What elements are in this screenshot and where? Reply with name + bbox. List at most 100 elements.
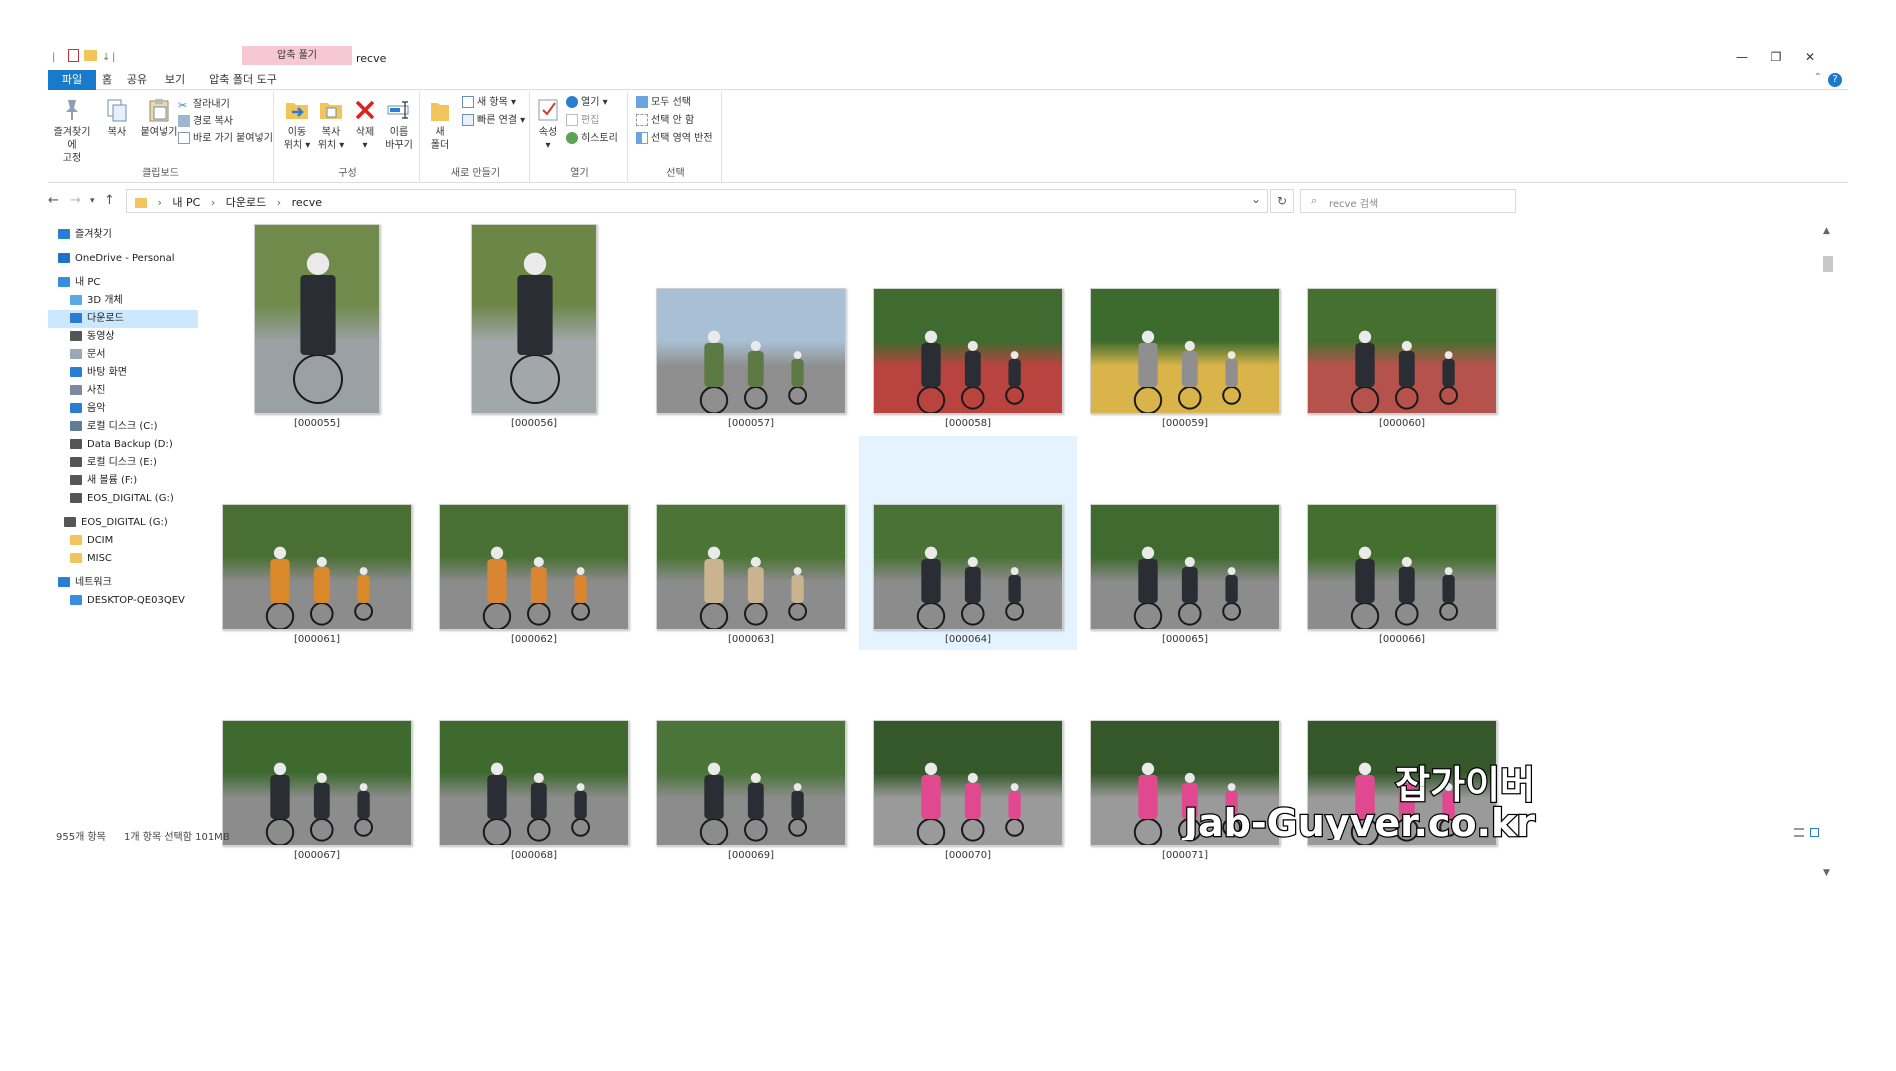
copy-to-button[interactable]: 복사 위치 ▾ [312, 97, 350, 152]
file-tile[interactable]: [000062] [425, 436, 643, 650]
file-tile[interactable]: [000058] [859, 220, 1077, 434]
cube-icon [70, 295, 82, 305]
cyclist-silhouette [482, 546, 591, 629]
chevron-up-icon[interactable]: ⌃ [1814, 72, 1822, 83]
forward-button[interactable]: → [70, 193, 81, 208]
breadcrumb-separator: › [210, 196, 216, 209]
refresh-button[interactable]: ↻ [1270, 189, 1294, 213]
help-icon[interactable]: ? [1828, 73, 1842, 87]
scroll-up-icon[interactable]: ▲ [1823, 226, 1830, 236]
copy-button[interactable]: 복사 [98, 97, 136, 139]
cut-button[interactable]: ✂ 잘라내기 [178, 97, 230, 113]
nav-item[interactable]: 로컬 디스크 (C:) [48, 418, 198, 436]
properties-button[interactable]: 속성 ▾ [534, 97, 562, 152]
file-name: [000057] [728, 418, 774, 429]
delete-button[interactable]: 삭제 ▾ [346, 97, 384, 152]
properties-quick-icon[interactable] [68, 49, 79, 62]
nav-item[interactable]: 다운로드 [48, 310, 198, 328]
file-tile[interactable]: [000064] [859, 436, 1077, 650]
nav-item[interactable]: MISC [48, 550, 198, 568]
cyclist-silhouette [265, 546, 374, 629]
easy-access-label: 빠른 연결 ▾ [477, 115, 526, 126]
nav-item[interactable]: OneDrive - Personal [48, 250, 198, 268]
nav-item[interactable]: 사진 [48, 382, 198, 400]
pin-quick-access-button[interactable]: 즐겨찾기에 고정 [50, 97, 94, 165]
select-all-button[interactable]: 모두 선택 [636, 95, 691, 111]
history-label: 히스토리 [581, 133, 618, 144]
address-dropdown-icon[interactable]: ⌄ [1251, 192, 1261, 206]
nav-item-label: 문서 [87, 349, 106, 360]
nav-item[interactable]: DCIM [48, 532, 198, 550]
paste-button[interactable]: 붙여넣기 [136, 97, 182, 139]
minimize-button[interactable]: — [1732, 50, 1752, 64]
file-tile[interactable]: [000057] [642, 220, 860, 434]
copy-path-button[interactable]: 경로 복사 [178, 114, 233, 130]
tab-home[interactable]: 홈 [96, 70, 118, 90]
search-input[interactable]: ⌕ recve 검색 [1300, 189, 1516, 213]
invert-selection-button[interactable]: 선택 영역 반전 [636, 131, 713, 147]
scroll-thumb[interactable] [1823, 256, 1833, 272]
rename-button[interactable]: 이름 바꾸기 [380, 97, 418, 152]
breadcrumb-this-pc[interactable]: 내 PC [172, 196, 200, 209]
photo-thumbnail [471, 224, 597, 414]
breadcrumb-recve[interactable]: recve [292, 196, 322, 209]
file-name: [000071] [1162, 850, 1208, 861]
new-item-button[interactable]: 새 항목 ▾ [462, 95, 516, 111]
open-button[interactable]: 열기 ▾ [566, 95, 608, 111]
file-tile[interactable]: [000059] [1076, 220, 1294, 434]
details-view-icon[interactable] [1794, 828, 1804, 837]
history-button[interactable]: 히스토리 [566, 131, 618, 147]
nav-item[interactable]: 3D 개체 [48, 292, 198, 310]
up-button[interactable]: ↑ [104, 193, 115, 208]
pin-icon [66, 100, 78, 120]
tab-file[interactable]: 파일 [48, 70, 96, 90]
tab-compressed-folder-tools[interactable]: 압축 폴더 도구 [202, 70, 284, 90]
file-tile[interactable]: [000065] [1076, 436, 1294, 650]
scroll-down-icon[interactable]: ▼ [1823, 868, 1830, 878]
new-folder-button[interactable]: 새 폴더 [424, 97, 456, 152]
nav-item-label: 로컬 디스크 (E:) [87, 457, 157, 468]
nav-item[interactable]: EOS_DIGITAL (G:) [48, 490, 198, 508]
breadcrumb-downloads[interactable]: 다운로드 [226, 196, 266, 209]
file-tile[interactable]: [000063] [642, 436, 860, 650]
cyclist-silhouette [1133, 330, 1242, 413]
restore-button[interactable]: ❐ [1766, 50, 1786, 64]
nav-item[interactable]: 로컬 디스크 (E:) [48, 454, 198, 472]
folder-quick-icon[interactable] [84, 50, 97, 61]
tab-share[interactable]: 공유 [124, 70, 150, 90]
nav-item[interactable]: 문서 [48, 346, 198, 364]
easy-access-button[interactable]: 빠른 연결 ▾ [462, 113, 525, 129]
nav-item[interactable]: 동영상 [48, 328, 198, 346]
select-none-button[interactable]: 선택 안 함 [636, 113, 694, 129]
edit-button[interactable]: 편집 [566, 113, 599, 129]
file-tile[interactable]: [000056] [425, 220, 643, 434]
nav-item[interactable]: 네트워크 [48, 574, 198, 592]
paste-shortcut-label: 바로 가기 붙여넣기 [193, 133, 273, 144]
context-tab-extract[interactable]: 압축 풀기 [242, 46, 352, 65]
back-button[interactable]: ← [48, 193, 59, 208]
nav-item[interactable]: 즐겨찾기 [48, 226, 198, 244]
paste-shortcut-button[interactable]: 바로 가기 붙여넣기 [178, 131, 273, 147]
nav-item[interactable]: Data Backup (D:) [48, 436, 198, 454]
vertical-scrollbar[interactable]: ▲ ▼ [1820, 226, 1836, 878]
nav-item[interactable]: DESKTOP-QE03QEV [48, 592, 198, 610]
file-tile[interactable]: [000061] [208, 436, 426, 650]
file-tile[interactable]: [000066] [1293, 436, 1511, 650]
ribbon-tabs: 파일 홈 공유 보기 압축 폴더 도구 ⌃ ? [48, 70, 1848, 90]
close-button[interactable]: ✕ [1800, 50, 1820, 64]
move-to-button[interactable]: 이동 위치 ▾ [278, 97, 316, 152]
nav-item[interactable]: 음악 [48, 400, 198, 418]
group-open: 속성 ▾ 열기 ▾ 편집 히스토리 열기 [532, 91, 628, 183]
file-tile[interactable]: [000055] [208, 220, 426, 434]
nav-item[interactable]: EOS_DIGITAL (G:) [48, 514, 198, 532]
nav-item-label: EOS_DIGITAL (G:) [81, 517, 168, 528]
address-bar[interactable]: › 내 PC › 다운로드 › recve ⌄ [126, 189, 1268, 213]
tab-view[interactable]: 보기 [162, 70, 188, 90]
file-tile[interactable]: [000060] [1293, 220, 1511, 434]
nav-item[interactable]: 내 PC [48, 274, 198, 292]
nav-item[interactable]: 바탕 화면 [48, 364, 198, 382]
quick-access-dropdown[interactable]: ↓ [102, 52, 110, 63]
large-icons-view-icon[interactable] [1810, 828, 1819, 837]
recent-locations-button[interactable]: ▾ [90, 196, 95, 206]
nav-item[interactable]: 새 볼륨 (F:) [48, 472, 198, 490]
